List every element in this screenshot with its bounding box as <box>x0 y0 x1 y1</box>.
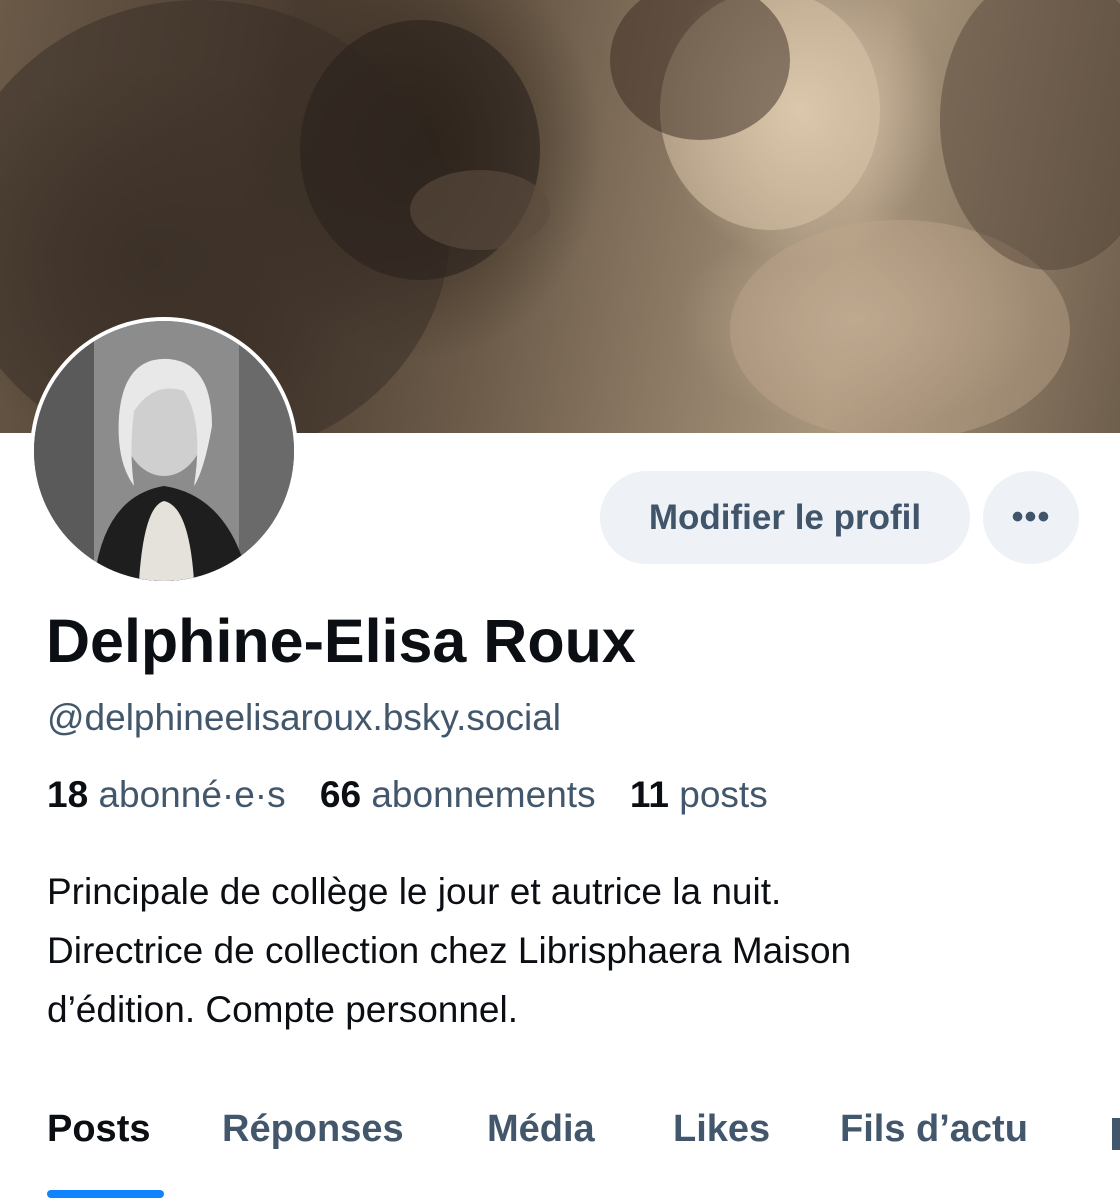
more-dots-icon: ••• <box>1011 498 1051 536</box>
active-tab-indicator <box>47 1190 164 1198</box>
avatar[interactable] <box>30 317 298 585</box>
display-name: Delphine-Elisa Roux <box>46 607 636 675</box>
bio-line: Principale de collège le jour et autrice… <box>47 871 782 912</box>
profile-handle: @delphineelisaroux.bsky.social <box>47 697 562 738</box>
followers-count: 18 <box>47 774 89 815</box>
tab-overflow-edge <box>1112 1118 1120 1150</box>
followers-label: abonné·e·s <box>98 774 286 815</box>
following-stat[interactable]: 66 abonnements <box>320 774 596 815</box>
bio-line: Directrice de collection chez Librisphae… <box>47 930 852 971</box>
more-options-button[interactable]: ••• <box>983 471 1079 564</box>
following-label: abonnements <box>371 774 596 815</box>
bio-line: d’édition. Compte personnel. <box>47 989 519 1030</box>
avatar-image <box>34 321 294 581</box>
profile-stats: 18 abonné·e·s 66 abonnements 11 posts <box>47 774 792 816</box>
tab-likes[interactable]: Likes <box>673 1108 770 1151</box>
tab-media[interactable]: Média <box>487 1108 595 1151</box>
profile-tabs: Posts Réponses Média Likes Fils d’actu <box>0 1108 1120 1200</box>
posts-count: 11 <box>629 774 669 815</box>
posts-label: posts <box>679 774 768 815</box>
followers-stat[interactable]: 18 abonné·e·s <box>47 774 286 815</box>
tab-replies[interactable]: Réponses <box>222 1108 404 1151</box>
tab-feeds[interactable]: Fils d’actu <box>840 1108 1028 1151</box>
following-count: 66 <box>319 774 362 815</box>
profile-bio: Principale de collège le jour et autrice… <box>47 862 1087 1039</box>
edit-profile-button[interactable]: Modifier le profil <box>600 471 970 564</box>
posts-stat: 11 posts <box>630 774 768 815</box>
tab-posts[interactable]: Posts <box>47 1108 150 1151</box>
